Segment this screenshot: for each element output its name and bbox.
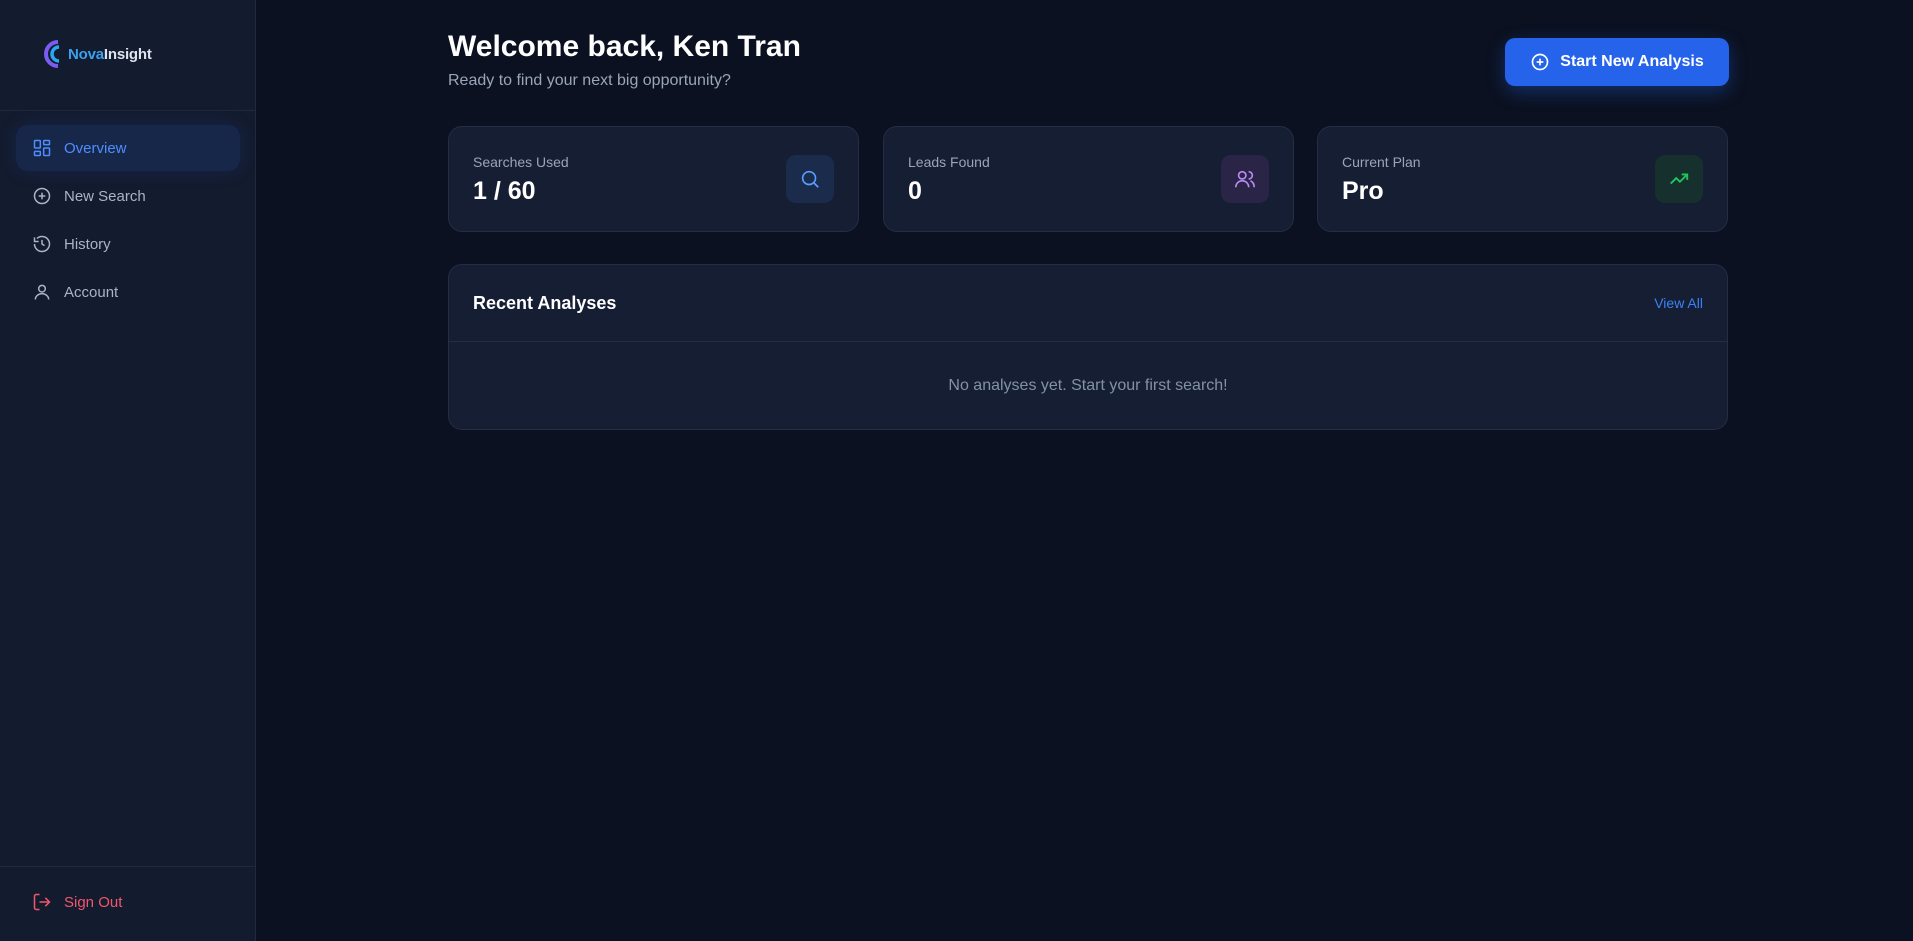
page-title: Welcome back, Ken Tran	[448, 30, 801, 63]
plus-circle-icon	[1530, 52, 1550, 72]
brand-name: NovaInsight	[68, 46, 152, 63]
logo-mark-icon	[44, 40, 60, 68]
sidebar-nav: Overview New Search History Account	[16, 125, 240, 317]
brand-name-nova: Nova	[68, 45, 104, 63]
sidebar-item-new-search[interactable]: New Search	[16, 173, 240, 219]
brand-name-insight: Insight	[103, 45, 152, 63]
page-subtitle: Ready to find your next big opportunity?	[448, 72, 731, 89]
empty-state-text: No analyses yet. Start your first search…	[948, 377, 1228, 394]
stats-row: Searches Used 1 / 60 Leads Found 0 Curre…	[448, 126, 1728, 232]
dashboard-icon	[32, 138, 52, 158]
sidebar-item-label: Account	[64, 283, 119, 301]
sidebar: NovaInsight Overview New Search History …	[0, 0, 256, 941]
stat-card-searches-used: Searches Used 1 / 60	[448, 126, 859, 232]
stat-value: 0	[908, 177, 922, 205]
users-icon	[1221, 155, 1269, 203]
view-all-link[interactable]: View All	[1654, 295, 1703, 311]
sidebar-divider-bottom	[0, 866, 256, 867]
sidebar-item-label: New Search	[64, 187, 146, 205]
plus-circle-icon	[32, 186, 52, 206]
search-icon	[786, 155, 834, 203]
stat-value: 1 / 60	[473, 177, 536, 205]
recent-analyses-title: Recent Analyses	[473, 293, 617, 313]
sidebar-item-label: History	[64, 235, 111, 253]
stat-label: Current Plan	[1342, 154, 1421, 170]
stat-card-leads-found: Leads Found 0	[883, 126, 1294, 232]
sidebar-item-account[interactable]: Account	[16, 269, 240, 315]
app-root: NovaInsight Overview New Search History …	[0, 0, 1913, 941]
brand-logo[interactable]: NovaInsight	[42, 38, 152, 70]
sign-out-button[interactable]: Sign Out	[32, 892, 122, 912]
history-icon	[32, 234, 52, 254]
start-new-analysis-label: Start New Analysis	[1560, 53, 1704, 70]
sidebar-item-overview[interactable]: Overview	[16, 125, 240, 171]
stat-card-current-plan: Current Plan Pro	[1317, 126, 1728, 232]
start-new-analysis-button[interactable]: Start New Analysis	[1505, 38, 1729, 86]
recent-analyses-panel: Recent Analyses View All No analyses yet…	[448, 264, 1728, 430]
trending-up-icon	[1655, 155, 1703, 203]
sidebar-divider-top	[0, 110, 256, 111]
stat-label: Leads Found	[908, 154, 990, 170]
stat-value: Pro	[1342, 177, 1384, 205]
sign-out-label: Sign Out	[64, 893, 123, 911]
recent-divider	[449, 341, 1727, 342]
log-out-icon	[32, 892, 52, 912]
stat-label: Searches Used	[473, 154, 569, 170]
sidebar-item-label: Overview	[64, 139, 127, 157]
user-icon	[32, 282, 52, 302]
sidebar-item-history[interactable]: History	[16, 221, 240, 267]
